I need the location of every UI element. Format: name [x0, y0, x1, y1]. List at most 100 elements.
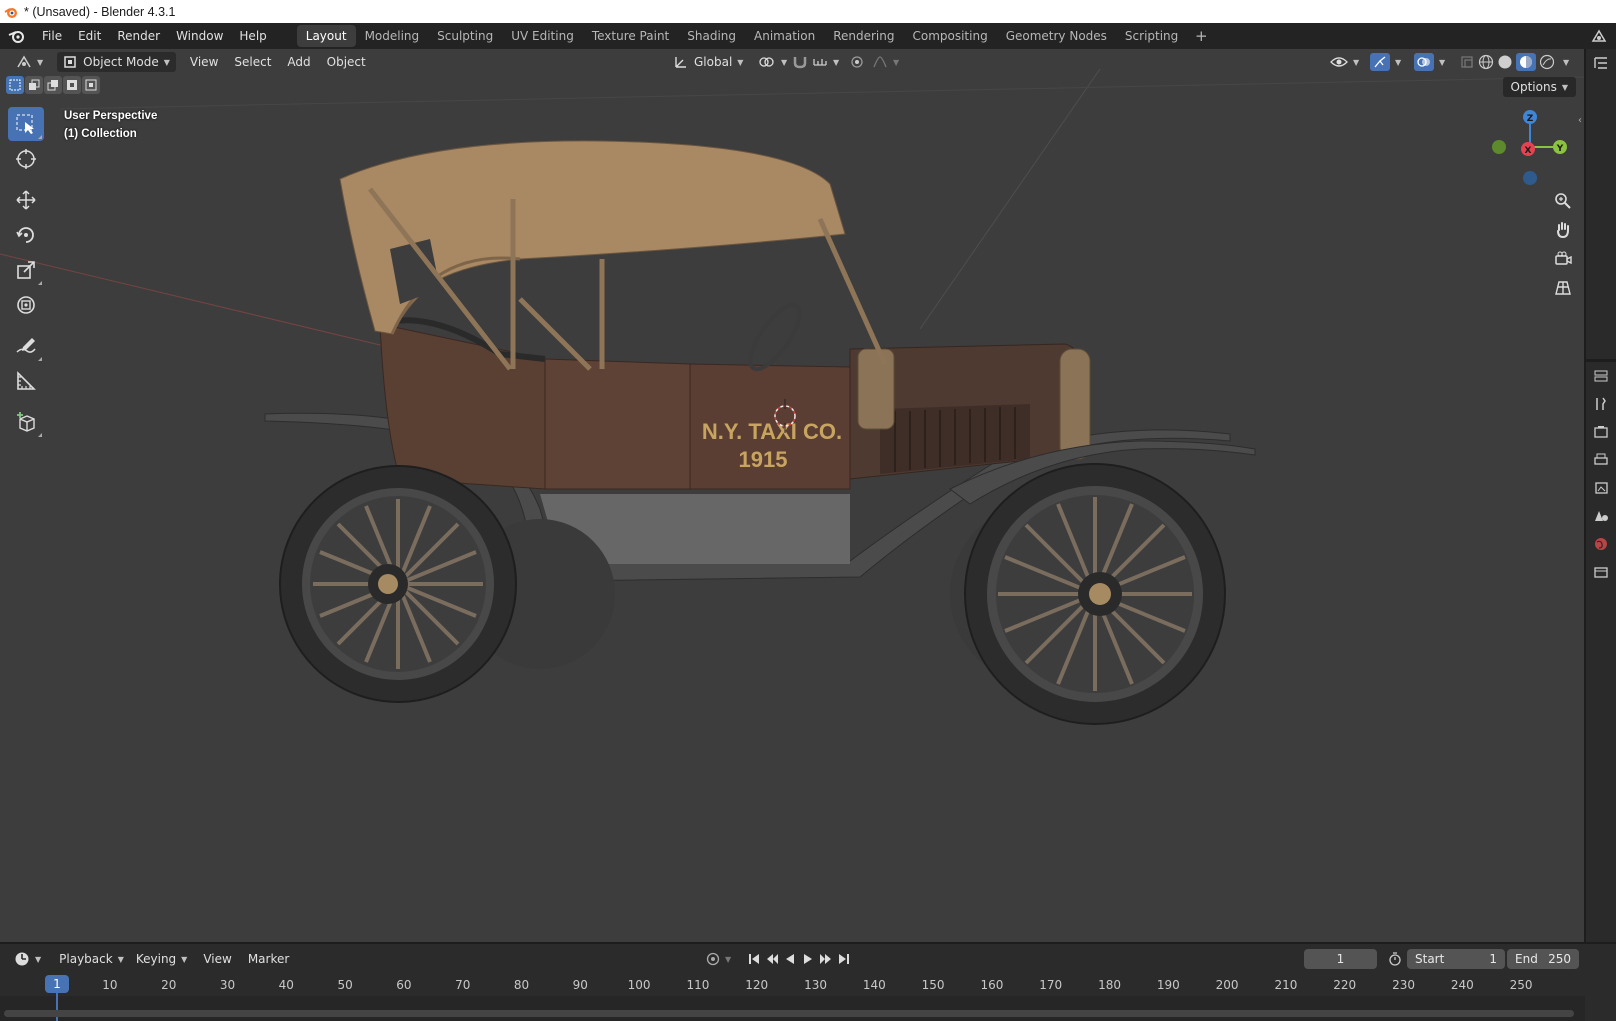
- menu-object[interactable]: Object: [321, 52, 372, 72]
- menu-file[interactable]: File: [34, 23, 70, 49]
- tool-add-cube[interactable]: [8, 405, 44, 439]
- tool-annotate[interactable]: [8, 329, 44, 363]
- view-layer-properties-tab[interactable]: [1586, 474, 1616, 502]
- menu-view[interactable]: View: [184, 52, 224, 72]
- tool-variants-indicator: [38, 135, 42, 139]
- timeline-menu-view[interactable]: View: [197, 949, 237, 969]
- chevron-down-icon[interactable]: ▼: [1563, 58, 1569, 67]
- options-dropdown[interactable]: Options ▼: [1502, 77, 1576, 97]
- proportional-falloff-dropdown[interactable]: ▼: [866, 52, 905, 72]
- timeline-menu-marker[interactable]: Marker: [242, 949, 295, 969]
- outliner-editor-button[interactable]: [1586, 49, 1616, 77]
- playback-controls: [745, 949, 853, 969]
- start-frame-field[interactable]: Start 1: [1407, 949, 1505, 969]
- camera-view-button[interactable]: [1550, 246, 1576, 272]
- collection-properties-tab[interactable]: [1586, 558, 1616, 586]
- timeline-tick-label: 60: [396, 978, 412, 992]
- timeline-editor-type-button[interactable]: ▼: [8, 949, 47, 969]
- tool-measure[interactable]: [8, 364, 44, 398]
- transform-orientation-dropdown[interactable]: Global ▼: [668, 52, 749, 72]
- add-workspace-button[interactable]: +: [1191, 27, 1211, 45]
- timeline-tick-label: 130: [804, 978, 827, 992]
- tab-sculpting[interactable]: Sculpting: [428, 25, 502, 47]
- tab-animation[interactable]: Animation: [745, 25, 824, 47]
- xray-toggle[interactable]: [1454, 52, 1480, 72]
- select-extend-mode-button[interactable]: [25, 76, 43, 94]
- select-subtract-mode-button[interactable]: [44, 76, 62, 94]
- editor-type-button[interactable]: ▼: [10, 52, 49, 72]
- blender-logo-icon: [8, 31, 24, 43]
- overlays-toggle[interactable]: ▼: [1408, 52, 1451, 72]
- blender-logo-menu[interactable]: [0, 23, 34, 49]
- tab-shading[interactable]: Shading: [678, 25, 745, 47]
- xray-icon: [1461, 56, 1473, 68]
- jump-to-keyframe-forward-button[interactable]: [817, 949, 835, 969]
- material-preview-shading-icon[interactable]: [1516, 53, 1536, 71]
- world-globe-icon: [1595, 538, 1607, 550]
- wireframe-shading-icon[interactable]: [1478, 54, 1494, 70]
- object-mode-dropdown[interactable]: Object Mode ▼: [57, 52, 176, 72]
- tab-uv-editing[interactable]: UV Editing: [502, 25, 583, 47]
- scene-properties-tab[interactable]: [1586, 502, 1616, 530]
- cursor-icon: [16, 149, 36, 169]
- menu-help[interactable]: Help: [231, 23, 274, 49]
- jump-to-keyframe-back-button[interactable]: [763, 949, 781, 969]
- visibility-dropdown[interactable]: ▼: [1324, 52, 1365, 72]
- solid-shading-icon[interactable]: [1497, 54, 1513, 70]
- tab-compositing[interactable]: Compositing: [903, 25, 996, 47]
- tool-cursor[interactable]: [8, 142, 44, 176]
- tool-properties-tab[interactable]: [1586, 390, 1616, 418]
- tab-texture-paint[interactable]: Texture Paint: [583, 25, 678, 47]
- falloff-curve-icon: [873, 56, 887, 68]
- zoom-button[interactable]: [1550, 188, 1576, 214]
- menu-edit[interactable]: Edit: [70, 23, 109, 49]
- keying-dropdown[interactable]: Keying ▼: [130, 949, 193, 969]
- menu-window[interactable]: Window: [168, 23, 231, 49]
- timeline-horizontal-scrollbar[interactable]: [4, 1010, 1574, 1017]
- snap-target-dropdown[interactable]: ▼: [806, 52, 845, 72]
- jump-to-start-button[interactable]: [745, 949, 763, 969]
- rendered-shading-icon[interactable]: [1539, 54, 1555, 70]
- toggle-perspective-button[interactable]: [1550, 275, 1576, 301]
- tool-rotate[interactable]: [8, 218, 44, 252]
- tool-select-box[interactable]: [8, 107, 44, 141]
- tool-move[interactable]: [8, 183, 44, 217]
- sidebar-toggle-arrow-icon[interactable]: ‹: [1578, 115, 1582, 126]
- playback-dropdown[interactable]: Playback ▼: [53, 949, 130, 969]
- 3d-viewport[interactable]: N.Y. TAXI CO. 1915 ▼ Object Mode ▼ View …: [0, 49, 1585, 942]
- output-properties-tab[interactable]: [1586, 446, 1616, 474]
- world-properties-tab[interactable]: [1586, 530, 1616, 558]
- play-reverse-button[interactable]: [781, 949, 799, 969]
- end-label: End: [1515, 952, 1538, 966]
- end-frame-field[interactable]: End 250: [1507, 949, 1579, 969]
- auto-keying-toggle[interactable]: ▼: [700, 949, 737, 969]
- menu-render[interactable]: Render: [109, 23, 168, 49]
- jump-to-end-button[interactable]: [835, 949, 853, 969]
- scene-selector-button[interactable]: [1582, 23, 1616, 49]
- tab-scripting[interactable]: Scripting: [1116, 25, 1187, 47]
- select-invert-mode-button[interactable]: [63, 76, 81, 94]
- tab-geometry-nodes[interactable]: Geometry Nodes: [997, 25, 1116, 47]
- menu-select[interactable]: Select: [228, 52, 277, 72]
- use-preview-range-toggle[interactable]: [1382, 949, 1408, 969]
- tool-variants-indicator: [38, 433, 42, 437]
- tab-modeling[interactable]: Modeling: [356, 25, 429, 47]
- scale-icon: [17, 261, 35, 279]
- timeline-tick-label: 250: [1509, 978, 1533, 992]
- menu-add[interactable]: Add: [281, 52, 316, 72]
- select-intersect-mode-button[interactable]: [82, 76, 100, 94]
- select-new-mode-button[interactable]: [6, 76, 24, 94]
- playhead-frame-indicator[interactable]: 1: [45, 975, 69, 993]
- tab-rendering[interactable]: Rendering: [824, 25, 903, 47]
- gizmo-toggle[interactable]: ▼: [1364, 52, 1407, 72]
- play-button[interactable]: [799, 949, 817, 969]
- timeline-keyframe-area[interactable]: [0, 996, 1585, 1021]
- tool-scale[interactable]: [8, 253, 44, 287]
- tab-layout[interactable]: Layout: [296, 25, 356, 47]
- current-frame-field[interactable]: 1: [1304, 949, 1377, 969]
- properties-editor-button[interactable]: [1586, 362, 1616, 390]
- render-properties-tab[interactable]: [1586, 418, 1616, 446]
- tool-transform[interactable]: [8, 288, 44, 322]
- pan-button[interactable]: [1550, 217, 1576, 243]
- timeline-frame-ruler[interactable]: 10 20 30 40 50 60 70 80 90 100 110 120 130 140 150 160 1…: [0, 974, 1585, 996]
